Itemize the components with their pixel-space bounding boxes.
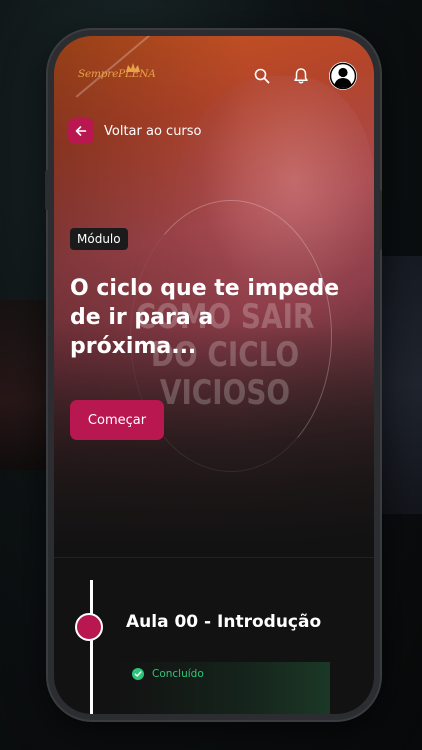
- user-avatar-icon: [329, 62, 357, 90]
- top-bar: SemprePLENA: [54, 36, 374, 116]
- lesson-title[interactable]: Aula 00 - Introdução: [126, 612, 321, 632]
- app-logo[interactable]: SemprePLENA: [78, 68, 156, 80]
- check-circle-icon: [132, 668, 144, 680]
- phone-side-button: [45, 170, 49, 210]
- start-button[interactable]: Começar: [70, 400, 164, 440]
- lesson-status: Concluído: [132, 668, 204, 680]
- background-panel-right: [376, 256, 422, 514]
- back-label[interactable]: Voltar ao curso: [104, 124, 202, 139]
- phone-screen: COMO SAIR DO CICLO VICIOSO SemprePLENA V…: [54, 36, 374, 714]
- background-panel-left: [0, 300, 52, 470]
- phone-frame: COMO SAIR DO CICLO VICIOSO SemprePLENA V…: [48, 30, 380, 720]
- back-button[interactable]: [68, 118, 94, 144]
- phone-side-button: [378, 190, 382, 250]
- timeline-line: [90, 580, 93, 714]
- arrow-left-icon: [75, 126, 87, 136]
- module-badge: Módulo: [70, 228, 128, 250]
- profile-avatar-button[interactable]: [329, 62, 357, 90]
- lesson-status-label: Concluído: [152, 668, 204, 680]
- section-divider: [54, 557, 374, 558]
- search-button[interactable]: [250, 64, 274, 88]
- module-title: O ciclo que te impede de ir para a próxi…: [70, 276, 340, 359]
- logo-crown-icon: [126, 63, 140, 72]
- back-to-course-link[interactable]: Voltar ao curso: [68, 118, 202, 144]
- timeline-dot: [75, 613, 103, 641]
- notifications-button[interactable]: [289, 64, 313, 88]
- checkmark-icon: [134, 671, 142, 677]
- app-store-screenshot: COMO SAIR DO CICLO VICIOSO SemprePLENA V…: [0, 0, 422, 750]
- search-icon: [254, 68, 270, 84]
- bell-icon: [294, 68, 308, 84]
